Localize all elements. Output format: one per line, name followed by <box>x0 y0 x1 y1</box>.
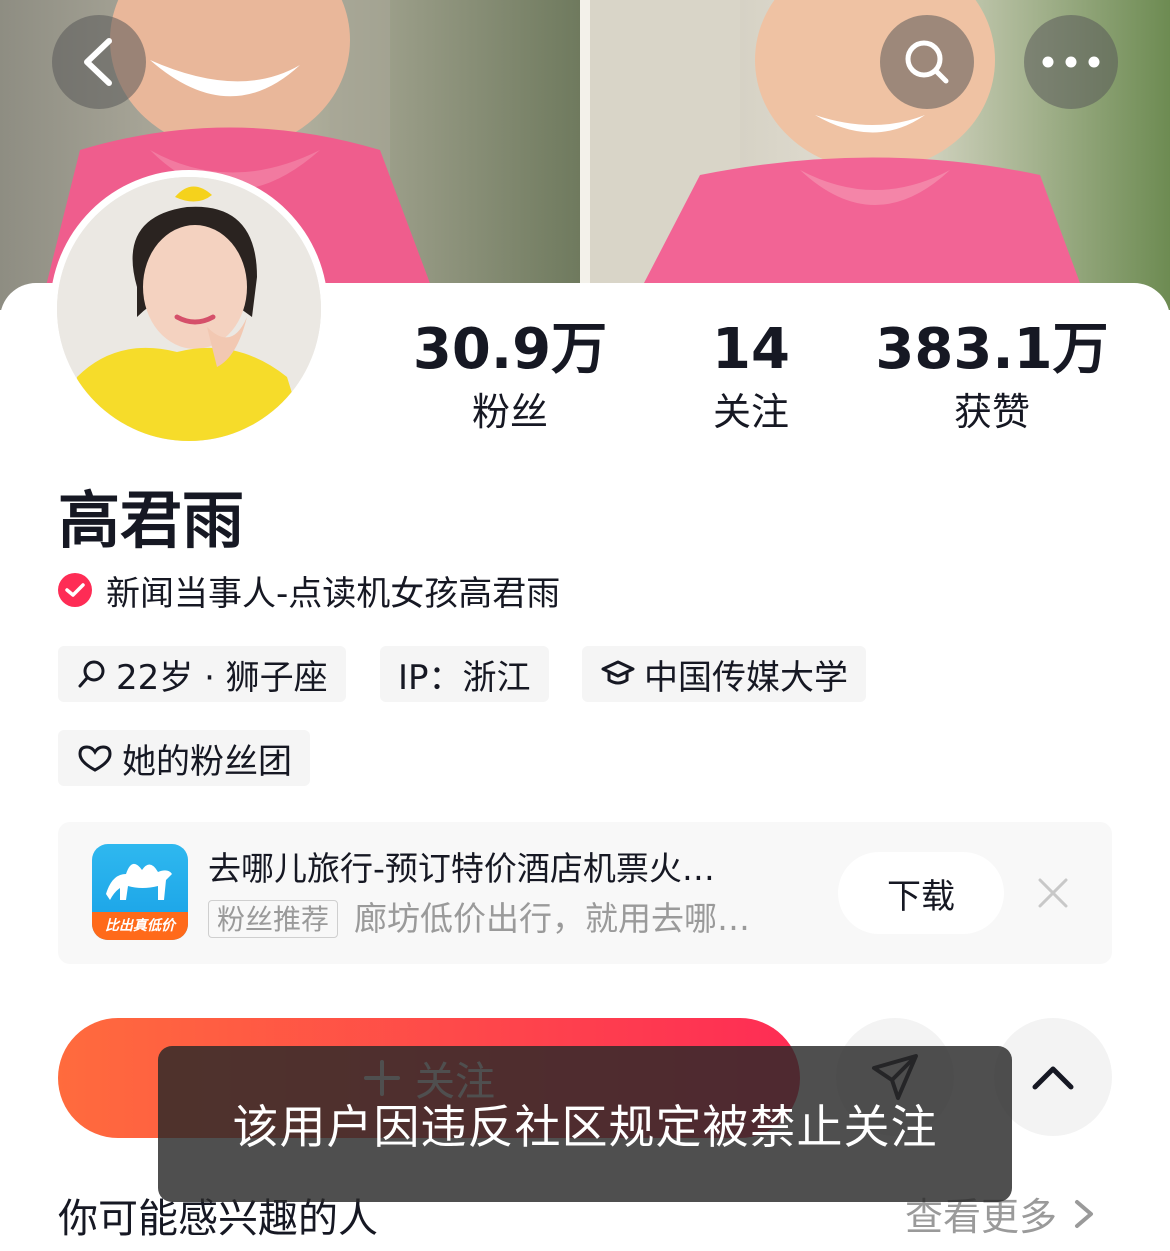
ad-title: 去哪儿旅行-预订特价酒店机票火… <box>208 849 715 888</box>
close-icon[interactable] <box>1036 876 1070 910</box>
ellipsis-icon <box>1042 56 1100 68</box>
download-button[interactable]: 下载 <box>838 852 1004 934</box>
toast-message: 该用户因违反社区规定被禁止关注 <box>158 1046 1012 1202</box>
chevron-left-icon <box>84 38 112 86</box>
tag-age: 22岁 · 狮子座 <box>58 646 346 702</box>
fan-club-button[interactable]: 她的粉丝团 <box>58 730 310 786</box>
app-badge: 比出真低价 <box>92 912 188 940</box>
avatar[interactable] <box>57 177 321 441</box>
ad-description: 廊坊低价出行，就用去哪… <box>354 899 750 938</box>
qunar-app-icon: 比出真低价 <box>92 844 188 940</box>
graduation-cap-icon <box>601 660 635 685</box>
tag-school[interactable]: 中国传媒大学 <box>582 646 866 702</box>
likes-label: 获赞 <box>953 390 1030 434</box>
search-icon <box>905 40 949 84</box>
fan-club-text: 她的粉丝团 <box>122 741 292 782</box>
followers-label: 粉丝 <box>471 390 548 434</box>
age-search-icon <box>78 660 105 688</box>
verification-row: 新闻当事人-点读机女孩高君雨 <box>58 568 561 614</box>
ad-card[interactable]: 比出真低价 去哪儿旅行-预订特价酒店机票火… 粉丝推荐 廊坊低价出行，就用去哪…… <box>58 822 1112 964</box>
chevron-right-icon <box>1075 1199 1094 1228</box>
following-count: 14 <box>712 317 790 382</box>
tag-school-text: 中国传媒大学 <box>644 657 848 698</box>
back-button[interactable] <box>52 15 146 109</box>
stat-following[interactable]: 14 关注 <box>631 318 871 436</box>
verification-text: 新闻当事人-点读机女孩高君雨 <box>106 573 561 614</box>
avatar-frame <box>50 170 328 448</box>
stat-followers[interactable]: 30.9万 粉丝 <box>390 318 630 436</box>
followers-count: 30.9万 <box>412 317 608 382</box>
cover-divider <box>580 0 590 310</box>
following-label: 关注 <box>712 390 789 434</box>
tag-age-text: 22岁 · 狮子座 <box>116 657 328 698</box>
tag-ip-text: IP：浙江 <box>398 657 531 698</box>
more-button[interactable] <box>1024 15 1118 109</box>
likes-count: 383.1万 <box>875 317 1109 382</box>
stat-likes[interactable]: 383.1万 获赞 <box>872 318 1112 436</box>
heart-outline-icon <box>78 745 112 772</box>
profile-name: 高君雨 <box>58 484 245 557</box>
ad-label: 粉丝推荐 <box>208 900 339 938</box>
verified-check-icon <box>58 573 92 607</box>
tag-ip: IP：浙江 <box>380 646 549 702</box>
chevron-up-icon <box>1032 1066 1074 1090</box>
search-button[interactable] <box>880 15 974 109</box>
